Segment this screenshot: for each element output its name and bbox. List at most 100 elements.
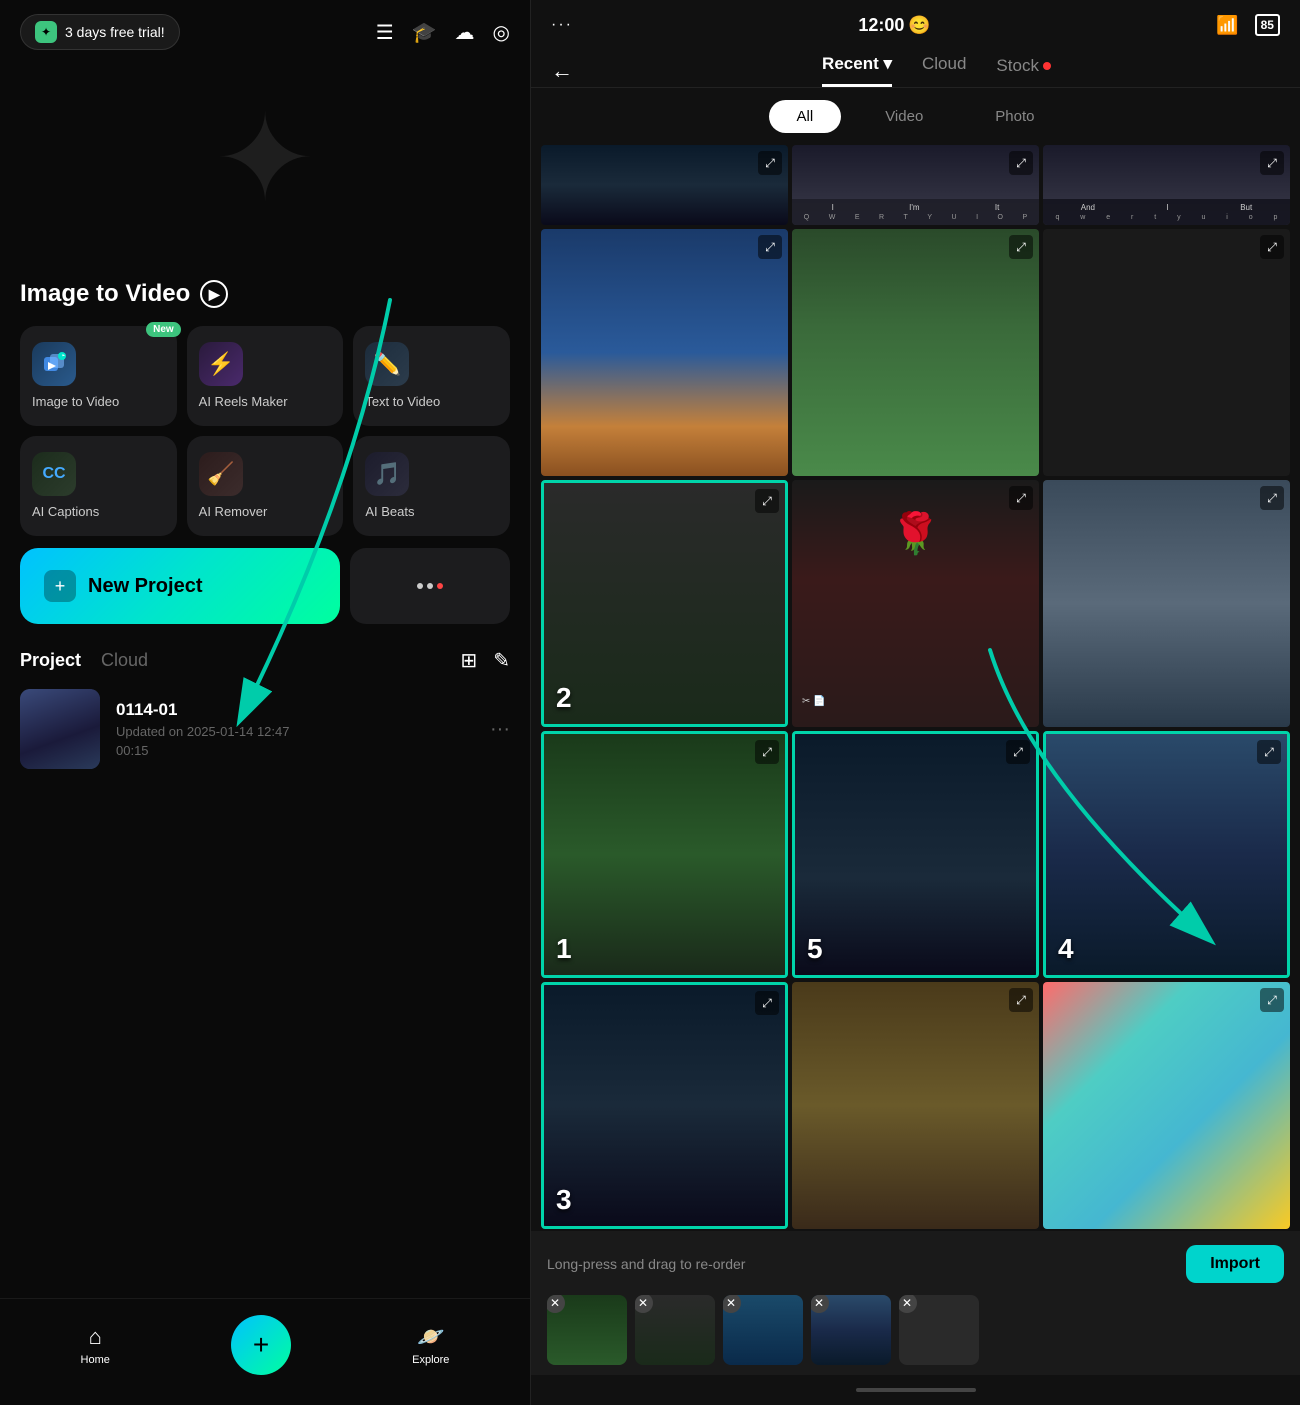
expand-icon[interactable]: ⤢: [1009, 235, 1033, 259]
expand-icon[interactable]: ⤢: [1257, 740, 1281, 764]
hat-icon[interactable]: 🎓: [412, 20, 437, 45]
top-icons: ☰ 🎓 ☁ ◎: [376, 20, 510, 45]
expand-icon[interactable]: ⤢: [1260, 151, 1284, 175]
strip-item-1[interactable]: ✕: [547, 1295, 627, 1365]
expand-icon[interactable]: ⤢: [1006, 740, 1030, 764]
status-time-area: ···: [551, 16, 573, 34]
expand-icon[interactable]: ⤢: [755, 740, 779, 764]
strip-item-3[interactable]: ✕: [723, 1295, 803, 1365]
project-item[interactable]: 0114-01 Updated on 2025-01-14 12:47 00:1…: [20, 689, 510, 769]
media-cell-r3c3[interactable]: ⤢: [1043, 480, 1290, 727]
itv-title-text: Image to Video: [20, 280, 190, 308]
left-panel: ✦ 3 days free trial! ☰ 🎓 ☁ ◎ ✦ Image to …: [0, 0, 530, 1405]
media-cell-top1[interactable]: ⤢: [541, 145, 788, 225]
selection-number: 5: [807, 933, 823, 965]
media-cell-r4c3[interactable]: ⤢ 4: [1043, 731, 1290, 978]
import-button[interactable]: Import: [1186, 1245, 1284, 1283]
media-cell-top3[interactable]: And I But qwertyuiop ⤢: [1043, 145, 1290, 225]
feature-card-ai-captions[interactable]: CC AI Captions: [20, 436, 177, 536]
dot1: [417, 583, 423, 589]
battery-icon: 85: [1255, 14, 1280, 36]
media-bg: [795, 734, 1036, 975]
filter-tabs: All Video Photo: [531, 88, 1300, 141]
new-badge: New: [146, 322, 181, 337]
nav-home[interactable]: ⌂ Home: [81, 1324, 110, 1366]
media-cell-r4c1[interactable]: ⤢ 1: [541, 731, 788, 978]
import-bar: Long-press and drag to re-order Import ✕…: [531, 1231, 1300, 1375]
home-indicator: [531, 1375, 1300, 1405]
selection-number: 1: [556, 933, 572, 965]
media-cell-r2c1[interactable]: ⤢: [541, 229, 788, 476]
media-cell-r5c1[interactable]: ⤢ 3: [541, 982, 788, 1229]
cloud-icon[interactable]: ☁: [455, 20, 475, 45]
project-info: 0114-01 Updated on 2025-01-14 12:47 00:1…: [116, 700, 474, 758]
expand-icon[interactable]: ⤢: [758, 151, 782, 175]
home-line: [856, 1388, 976, 1392]
expand-icon[interactable]: ⤢: [758, 235, 782, 259]
expand-icon[interactable]: ⤢: [1009, 988, 1033, 1012]
media-bg: [1043, 229, 1290, 476]
strip-item-2[interactable]: ✕: [635, 1295, 715, 1365]
menu-icon[interactable]: ☰: [376, 20, 394, 45]
filter-video[interactable]: Video: [857, 100, 951, 133]
selection-number: 4: [1058, 933, 1074, 965]
nav-explore[interactable]: 🪐 Explore: [412, 1324, 449, 1366]
expand-icon[interactable]: ⤢: [1260, 235, 1284, 259]
filter-photo[interactable]: Photo: [967, 100, 1062, 133]
nav-tabs: Recent ▾ Cloud Stock: [593, 54, 1280, 87]
message-icon[interactable]: ◎: [493, 20, 510, 45]
project-date: Updated on 2025-01-14 12:47: [116, 724, 474, 739]
import-bar-top: Long-press and drag to re-order Import: [547, 1245, 1284, 1283]
right-nav: ← Recent ▾ Cloud Stock: [531, 46, 1300, 88]
media-bg: 🌹 ✂ 📄: [792, 480, 1039, 727]
project-thumb-inner: [20, 689, 100, 769]
filter-all[interactable]: All: [769, 100, 842, 133]
expand-icon[interactable]: ⤢: [1260, 988, 1284, 1012]
status-bar-left: ✦ 3 days free trial! ☰ 🎓 ☁ ◎: [0, 0, 530, 60]
grid-view-icon[interactable]: ⊞: [460, 648, 477, 673]
media-bg: And I But qwertyuiop: [1043, 145, 1290, 225]
text-to-video-icon: ✏️: [365, 342, 409, 386]
itv-info-icon[interactable]: ▶: [200, 280, 228, 308]
edit-icon[interactable]: ✎: [493, 648, 510, 673]
strip-item-5[interactable]: ✕: [899, 1295, 979, 1365]
feature-card-text-to-video[interactable]: ✏️ Text to Video: [353, 326, 510, 426]
ai-reels-icon: ⚡: [199, 342, 243, 386]
more-options-card[interactable]: [350, 548, 510, 624]
tab-cloud[interactable]: Cloud: [922, 54, 966, 87]
project-header: Project Cloud ⊞ ✎: [20, 648, 510, 673]
status-icons: 📶 85: [1216, 14, 1280, 36]
tab-project[interactable]: Project: [20, 650, 81, 671]
media-cell-top2[interactable]: I I'm It QWERTYUIOP ⤢: [792, 145, 1039, 225]
expand-icon[interactable]: ⤢: [1009, 486, 1033, 510]
project-section: Project Cloud ⊞ ✎ 0114-01 Updated on 202…: [0, 648, 530, 1298]
explore-icon: 🪐: [417, 1324, 444, 1350]
feature-label-beats: AI Beats: [365, 504, 414, 521]
media-cell-r4c2[interactable]: ⤢ 5: [792, 731, 1039, 978]
media-cell-r2c3[interactable]: ⤢: [1043, 229, 1290, 476]
feature-card-ai-beats[interactable]: 🎵 AI Beats: [353, 436, 510, 536]
expand-icon[interactable]: ⤢: [755, 489, 779, 513]
nav-create-button[interactable]: +: [231, 1315, 291, 1375]
back-button[interactable]: ←: [551, 58, 573, 84]
media-cell-r5c3[interactable]: ⤢: [1043, 982, 1290, 1229]
strip-item-4[interactable]: ✕: [811, 1295, 891, 1365]
expand-icon[interactable]: ⤢: [1009, 151, 1033, 175]
feature-label-remover: AI Remover: [199, 504, 268, 521]
tab-recent[interactable]: Recent ▾: [822, 54, 892, 87]
media-cell-r2c2[interactable]: ⤢: [792, 229, 1039, 476]
project-menu-icon[interactable]: ···: [490, 718, 510, 741]
feature-card-ai-reels[interactable]: ⚡ AI Reels Maker: [187, 326, 344, 426]
expand-icon[interactable]: ⤢: [755, 991, 779, 1015]
media-grid-container: ⤢ I I'm It QWERTYUIOP: [531, 141, 1300, 1231]
tab-cloud[interactable]: Cloud: [101, 650, 148, 671]
dot3-red: [437, 583, 443, 589]
media-cell-r3c2[interactable]: 🌹 ✂ 📄 ⤢: [792, 480, 1039, 727]
feature-card-ai-remover[interactable]: 🧹 AI Remover: [187, 436, 344, 536]
expand-icon[interactable]: ⤢: [1260, 486, 1284, 510]
media-cell-r5c2[interactable]: ⤢: [792, 982, 1039, 1229]
media-cell-r3c1[interactable]: ⤢ 2: [541, 480, 788, 727]
feature-card-image-to-video[interactable]: New Image to Video: [20, 326, 177, 426]
new-project-button[interactable]: + New Project: [20, 548, 340, 624]
trial-badge[interactable]: ✦ 3 days free trial!: [20, 14, 180, 50]
